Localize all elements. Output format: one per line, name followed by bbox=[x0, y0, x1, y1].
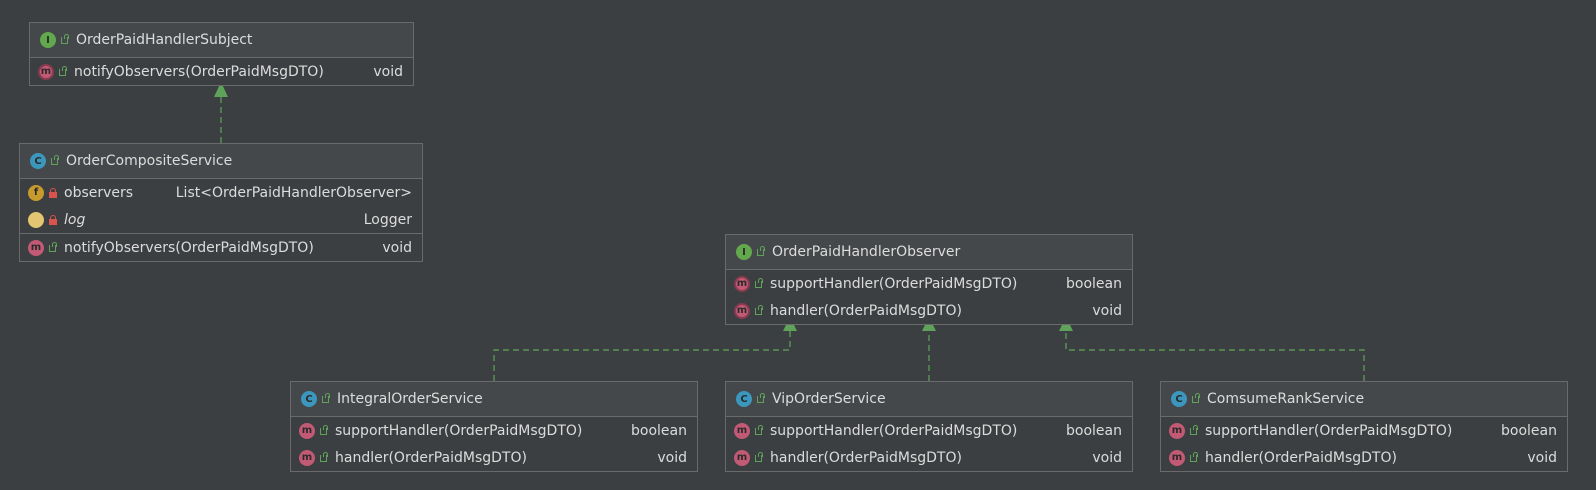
method-icon: m bbox=[299, 449, 315, 466]
method-icon: m bbox=[1169, 422, 1185, 439]
field-type: List<OrderPaidHandlerObserver> bbox=[175, 184, 412, 201]
return-type: void bbox=[657, 449, 687, 466]
method-row[interactable]: m handler(OrderPaidMsgDTO) void bbox=[291, 444, 697, 471]
class-name: OrderPaidHandlerSubject bbox=[76, 32, 253, 48]
private-lock-icon bbox=[48, 214, 58, 226]
interface-icon: I bbox=[736, 244, 752, 260]
method-name: notifyObservers(OrderPaidMsgDTO) bbox=[74, 63, 324, 80]
public-icon bbox=[756, 246, 766, 258]
class-icon: C bbox=[736, 391, 752, 407]
return-type: void bbox=[1092, 449, 1122, 466]
public-icon bbox=[754, 424, 764, 437]
method-name: handler(OrderPaidMsgDTO) bbox=[1205, 449, 1397, 466]
class-header: I OrderPaidHandlerObserver bbox=[726, 235, 1132, 270]
return-type: void bbox=[373, 63, 403, 80]
public-icon bbox=[754, 277, 764, 290]
field-name: log bbox=[64, 211, 86, 228]
method-row[interactable]: m handler(OrderPaidMsgDTO) void bbox=[726, 444, 1132, 471]
methods-section: m notifyObservers(OrderPaidMsgDTO) void bbox=[30, 58, 413, 85]
return-type: void bbox=[1527, 449, 1557, 466]
public-icon bbox=[58, 65, 68, 78]
methods-section: m supportHandler(OrderPaidMsgDTO) boolea… bbox=[291, 417, 697, 471]
abstract-method-icon: m bbox=[38, 63, 54, 80]
method-row[interactable]: m supportHandler(OrderPaidMsgDTO) boolea… bbox=[726, 270, 1132, 297]
class-comsume-rank-service[interactable]: C ComsumeRankService m supportHandler(Or… bbox=[1160, 381, 1568, 472]
return-type: boolean bbox=[631, 422, 687, 439]
public-icon bbox=[754, 451, 764, 464]
method-name: notifyObservers(OrderPaidMsgDTO) bbox=[64, 239, 314, 256]
methods-section: m supportHandler(OrderPaidMsgDTO) boolea… bbox=[726, 417, 1132, 471]
field-name: observers bbox=[64, 184, 134, 201]
method-row[interactable]: m supportHandler(OrderPaidMsgDTO) boolea… bbox=[726, 417, 1132, 444]
method-row[interactable]: m supportHandler(OrderPaidMsgDTO) boolea… bbox=[291, 417, 697, 444]
method-name: supportHandler(OrderPaidMsgDTO) bbox=[770, 275, 1018, 292]
public-icon bbox=[321, 393, 331, 405]
public-icon bbox=[1191, 393, 1201, 405]
public-icon bbox=[754, 304, 764, 317]
class-header: C VipOrderService bbox=[726, 382, 1132, 417]
class-name: VipOrderService bbox=[772, 391, 886, 407]
class-name: ComsumeRankService bbox=[1207, 391, 1365, 407]
class-icon: C bbox=[301, 391, 317, 407]
method-name: handler(OrderPaidMsgDTO) bbox=[770, 302, 962, 319]
class-header: I OrderPaidHandlerSubject bbox=[30, 23, 413, 58]
method-icon: m bbox=[299, 422, 315, 439]
public-icon bbox=[756, 393, 766, 405]
method-row[interactable]: m notifyObservers(OrderPaidMsgDTO) void bbox=[30, 58, 413, 85]
methods-section: m supportHandler(OrderPaidMsgDTO) boolea… bbox=[726, 270, 1132, 324]
methods-section: m notifyObservers(OrderPaidMsgDTO) void bbox=[20, 234, 422, 261]
abstract-method-icon: m bbox=[734, 302, 750, 319]
class-order-composite-service[interactable]: C OrderCompositeService f observers List… bbox=[19, 143, 423, 262]
return-type: boolean bbox=[1066, 422, 1122, 439]
class-name: OrderPaidHandlerObserver bbox=[772, 244, 961, 260]
return-type: void bbox=[1092, 302, 1122, 319]
field-row[interactable]: f observers List<OrderPaidHandlerObserve… bbox=[20, 179, 422, 206]
return-type: boolean bbox=[1501, 422, 1557, 439]
interface-order-paid-handler-observer[interactable]: I OrderPaidHandlerObserver m supportHand… bbox=[725, 234, 1133, 325]
field-icon: f bbox=[28, 184, 44, 201]
method-name: supportHandler(OrderPaidMsgDTO) bbox=[1205, 422, 1453, 439]
public-icon bbox=[60, 34, 70, 46]
class-icon: C bbox=[1171, 391, 1187, 407]
class-name: OrderCompositeService bbox=[66, 153, 233, 169]
method-icon: m bbox=[28, 239, 44, 256]
class-header: C OrderCompositeService bbox=[20, 144, 422, 179]
method-name: handler(OrderPaidMsgDTO) bbox=[770, 449, 962, 466]
fields-section: f observers List<OrderPaidHandlerObserve… bbox=[20, 179, 422, 234]
abstract-method-icon: m bbox=[734, 275, 750, 292]
class-integral-order-service[interactable]: C IntegralOrderService m supportHandler(… bbox=[290, 381, 698, 472]
public-icon bbox=[1189, 424, 1199, 437]
private-lock-icon bbox=[48, 187, 58, 199]
class-header: C IntegralOrderService bbox=[291, 382, 697, 417]
field-row[interactable]: log Logger bbox=[20, 206, 422, 233]
method-icon: m bbox=[1169, 449, 1185, 466]
method-icon: m bbox=[734, 422, 750, 439]
method-row[interactable]: m supportHandler(OrderPaidMsgDTO) boolea… bbox=[1161, 417, 1567, 444]
class-header: C ComsumeRankService bbox=[1161, 382, 1567, 417]
method-name: supportHandler(OrderPaidMsgDTO) bbox=[335, 422, 583, 439]
interface-order-paid-handler-subject[interactable]: I OrderPaidHandlerSubject m notifyObserv… bbox=[29, 22, 414, 86]
static-field-icon bbox=[28, 211, 44, 228]
method-icon: m bbox=[734, 449, 750, 466]
return-type: void bbox=[382, 239, 412, 256]
public-icon bbox=[50, 155, 60, 167]
class-name: IntegralOrderService bbox=[337, 391, 483, 407]
method-row[interactable]: m handler(OrderPaidMsgDTO) void bbox=[1161, 444, 1567, 471]
public-icon bbox=[48, 241, 58, 254]
methods-section: m supportHandler(OrderPaidMsgDTO) boolea… bbox=[1161, 417, 1567, 471]
public-icon bbox=[319, 424, 329, 437]
method-row[interactable]: m handler(OrderPaidMsgDTO) void bbox=[726, 297, 1132, 324]
public-icon bbox=[319, 451, 329, 464]
method-row[interactable]: m notifyObservers(OrderPaidMsgDTO) void bbox=[20, 234, 422, 261]
method-name: handler(OrderPaidMsgDTO) bbox=[335, 449, 527, 466]
return-type: boolean bbox=[1066, 275, 1122, 292]
edge-comsume-observer bbox=[1065, 330, 1365, 381]
interface-icon: I bbox=[40, 32, 56, 48]
field-type: Logger bbox=[363, 211, 412, 228]
edge-integral-observer bbox=[493, 330, 791, 381]
method-name: supportHandler(OrderPaidMsgDTO) bbox=[770, 422, 1018, 439]
class-vip-order-service[interactable]: C VipOrderService m supportHandler(Order… bbox=[725, 381, 1133, 472]
public-icon bbox=[1189, 451, 1199, 464]
class-icon: C bbox=[30, 153, 46, 169]
